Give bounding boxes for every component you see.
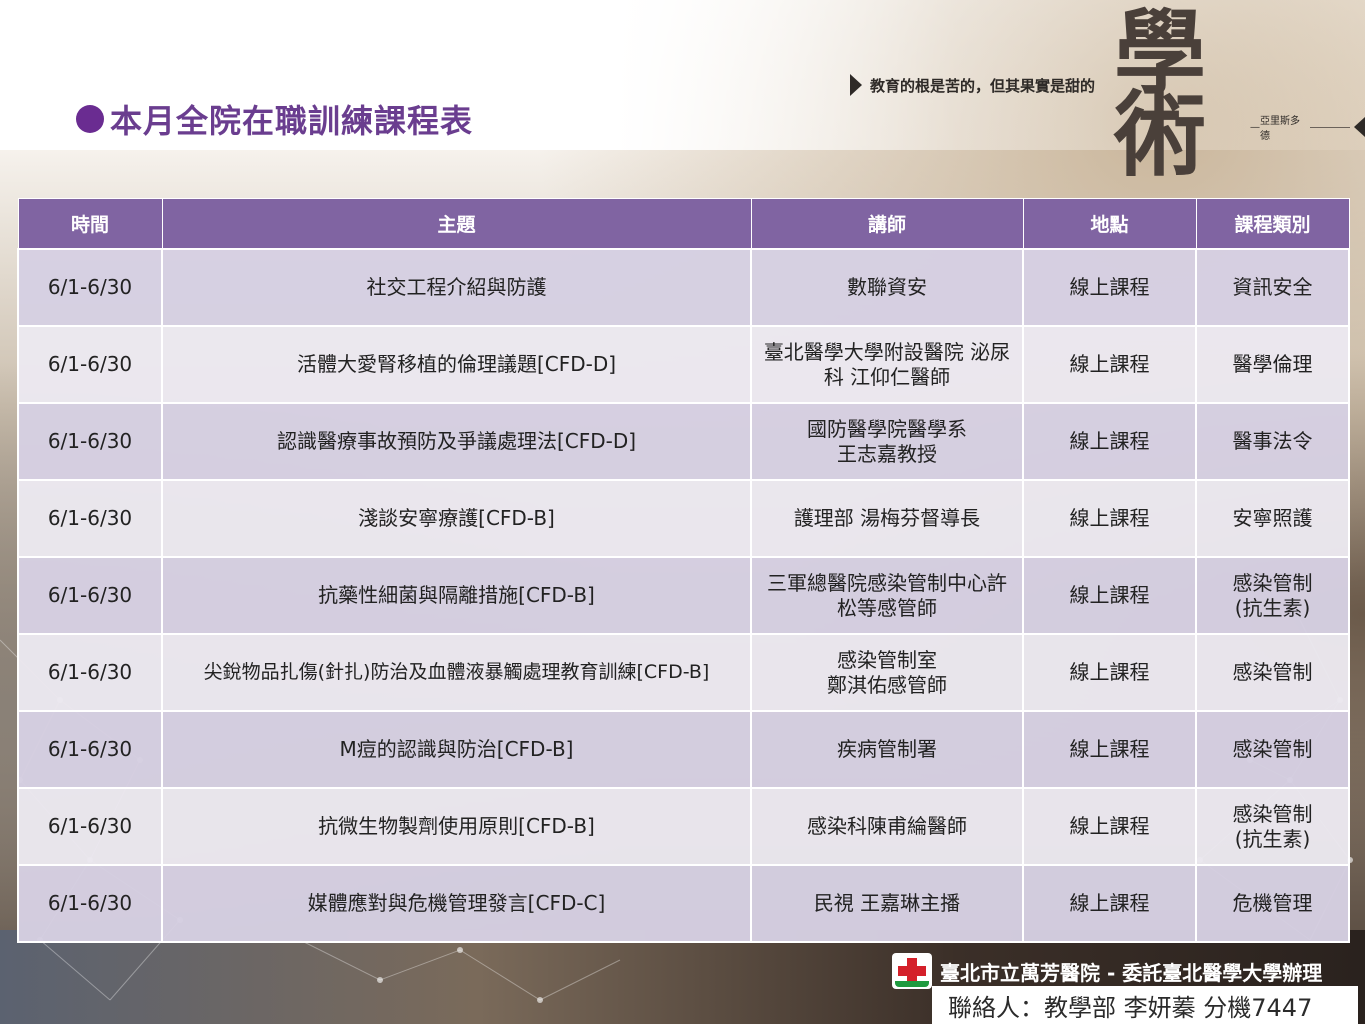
cell-category: 感染管制 [1195, 710, 1350, 789]
header-big-mark: 學 術 [1080, 7, 1240, 189]
cell-location: 線上課程 [1022, 402, 1197, 481]
table-row: 6/1-6/30 抗藥性細菌與隔離措施[CFD-B] 三軍總醫院感染管制中心許松… [17, 556, 1350, 635]
cell-lecturer: 三軍總醫院感染管制中心許 松等感管師 [750, 556, 1024, 635]
cell-time: 6/1-6/30 [17, 479, 163, 558]
bullet-dot-icon [76, 105, 104, 133]
cell-location: 線上課程 [1022, 325, 1197, 404]
cell-time: 6/1-6/30 [17, 248, 163, 327]
header-quote-text: 教育的根是苦的，但其果實是甜的 [870, 76, 1096, 95]
cell-category: 資訊安全 [1195, 248, 1350, 327]
page-title: 本月全院在職訓練課程表 [76, 96, 473, 142]
cell-category: 醫事法令 [1195, 402, 1350, 481]
cell-lecturer: 國防醫學院醫學系 王志嘉教授 [750, 402, 1024, 481]
hospital-name: 臺北市立萬芳醫院 - 委託臺北醫學大學辦理 [940, 960, 1323, 985]
cell-location: 線上課程 [1022, 248, 1197, 327]
cell-location: 線上課程 [1022, 864, 1197, 943]
cell-time: 6/1-6/30 [17, 710, 163, 789]
course-table: 時間 主題 講師 地點 課程類別 6/1-6/30 社交工程介紹與防護 數聯資安… [17, 198, 1350, 943]
attribution-line [1309, 126, 1350, 128]
cell-topic: 社交工程介紹與防護 [161, 248, 752, 327]
cell-time: 6/1-6/30 [17, 787, 163, 866]
cell-topic: 淺談安寧療護[CFD-B] [161, 479, 752, 558]
header-time: 時間 [17, 198, 163, 250]
triangle-left-icon [1354, 117, 1365, 137]
header-topic: 主題 [161, 198, 752, 250]
cell-topic: M痘的認識與防治[CFD-B] [161, 710, 752, 789]
cell-category: 感染管制 (抗生素) [1195, 787, 1350, 866]
cell-location: 線上課程 [1022, 710, 1197, 789]
cell-time: 6/1-6/30 [17, 325, 163, 404]
cell-category: 感染管制 [1195, 633, 1350, 712]
cell-category: 醫學倫理 [1195, 325, 1350, 404]
cell-location: 線上課程 [1022, 787, 1197, 866]
cell-lecturer: 數聯資安 [750, 248, 1024, 327]
cell-time: 6/1-6/30 [17, 402, 163, 481]
table-row: 6/1-6/30 M痘的認識與防治[CFD-B] 疾病管制署 線上課程 感染管制 [17, 710, 1350, 789]
cell-lecturer: 感染管制室 鄭淇佑感管師 [750, 633, 1024, 712]
cell-location: 線上課程 [1022, 633, 1197, 712]
cell-lecturer: 疾病管制署 [750, 710, 1024, 789]
table-row: 6/1-6/30 媒體應對與危機管理發言[CFD-C] 民視 王嘉琳主播 線上課… [17, 864, 1350, 943]
page-title-text: 本月全院在職訓練課程表 [110, 102, 474, 140]
header-lecturer: 講師 [750, 198, 1024, 250]
table-row: 6/1-6/30 社交工程介紹與防護 數聯資安 線上課程 資訊安全 [17, 248, 1350, 327]
cell-category: 感染管制 (抗生素) [1195, 556, 1350, 635]
cell-time: 6/1-6/30 [17, 633, 163, 712]
cell-topic: 活體大愛腎移植的倫理議題[CFD-D] [161, 325, 752, 404]
table-row: 6/1-6/30 活體大愛腎移植的倫理議題[CFD-D] 臺北醫學大學附設醫院 … [17, 325, 1350, 404]
cell-lecturer: 護理部 湯梅芬督導長 [750, 479, 1024, 558]
cell-lecturer: 民視 王嘉琳主播 [750, 864, 1024, 943]
cell-topic: 抗藥性細菌與隔離措施[CFD-B] [161, 556, 752, 635]
cell-topic: 認識醫療事故預防及爭議處理法[CFD-D] [161, 402, 752, 481]
cell-location: 線上課程 [1022, 556, 1197, 635]
big-mark-2: 術 [1113, 81, 1206, 189]
contact-text: 聯絡人：教學部 李妍蓁 分機7447 [948, 993, 1313, 1022]
triangle-right-icon [850, 74, 862, 96]
table-row: 6/1-6/30 淺談安寧療護[CFD-B] 護理部 湯梅芬督導長 線上課程 安… [17, 479, 1350, 558]
cell-topic: 尖銳物品扎傷(針扎)防治及血體液暴觸處理教育訓練[CFD-B] [161, 633, 752, 712]
header-location: 地點 [1022, 198, 1197, 250]
cell-category: 安寧照護 [1195, 479, 1350, 558]
attribution-text: 亞里斯多德 [1260, 116, 1300, 142]
cell-time: 6/1-6/30 [17, 556, 163, 635]
footer-hospital: 臺北市立萬芳醫院 - 委託臺北醫學大學辦理 [892, 953, 1322, 989]
header-quote: 教育的根是苦的，但其果實是甜的 [850, 74, 1095, 96]
cell-topic: 抗微生物製劑使用原則[CFD-B] [161, 787, 752, 866]
cell-time: 6/1-6/30 [17, 864, 163, 943]
hospital-cross-icon [892, 953, 932, 989]
contact-box: 聯絡人：教學部 李妍蓁 分機7447 [932, 986, 1358, 1024]
cell-lecturer: 臺北醫學大學附設醫院 泌尿科 江仰仁醫師 [750, 325, 1024, 404]
table-header-row: 時間 主題 講師 地點 課程類別 [17, 198, 1350, 250]
cell-category: 危機管理 [1195, 864, 1350, 943]
table-row: 6/1-6/30 認識醫療事故預防及爭議處理法[CFD-D] 國防醫學院醫學系王… [17, 402, 1350, 481]
table-row: 6/1-6/30 抗微生物製劑使用原則[CFD-B] 感染科陳甫綸醫師 線上課程… [17, 787, 1350, 866]
cell-lecturer: 感染科陳甫綸醫師 [750, 787, 1024, 866]
header-category: 課程類別 [1195, 198, 1350, 250]
table-row: 6/1-6/30 尖銳物品扎傷(針扎)防治及血體液暴觸處理教育訓練[CFD-B]… [17, 633, 1350, 712]
header-attribution: — 亞里斯多德 [1250, 112, 1365, 142]
cell-location: 線上課程 [1022, 479, 1197, 558]
cell-topic: 媒體應對與危機管理發言[CFD-C] [161, 864, 752, 943]
